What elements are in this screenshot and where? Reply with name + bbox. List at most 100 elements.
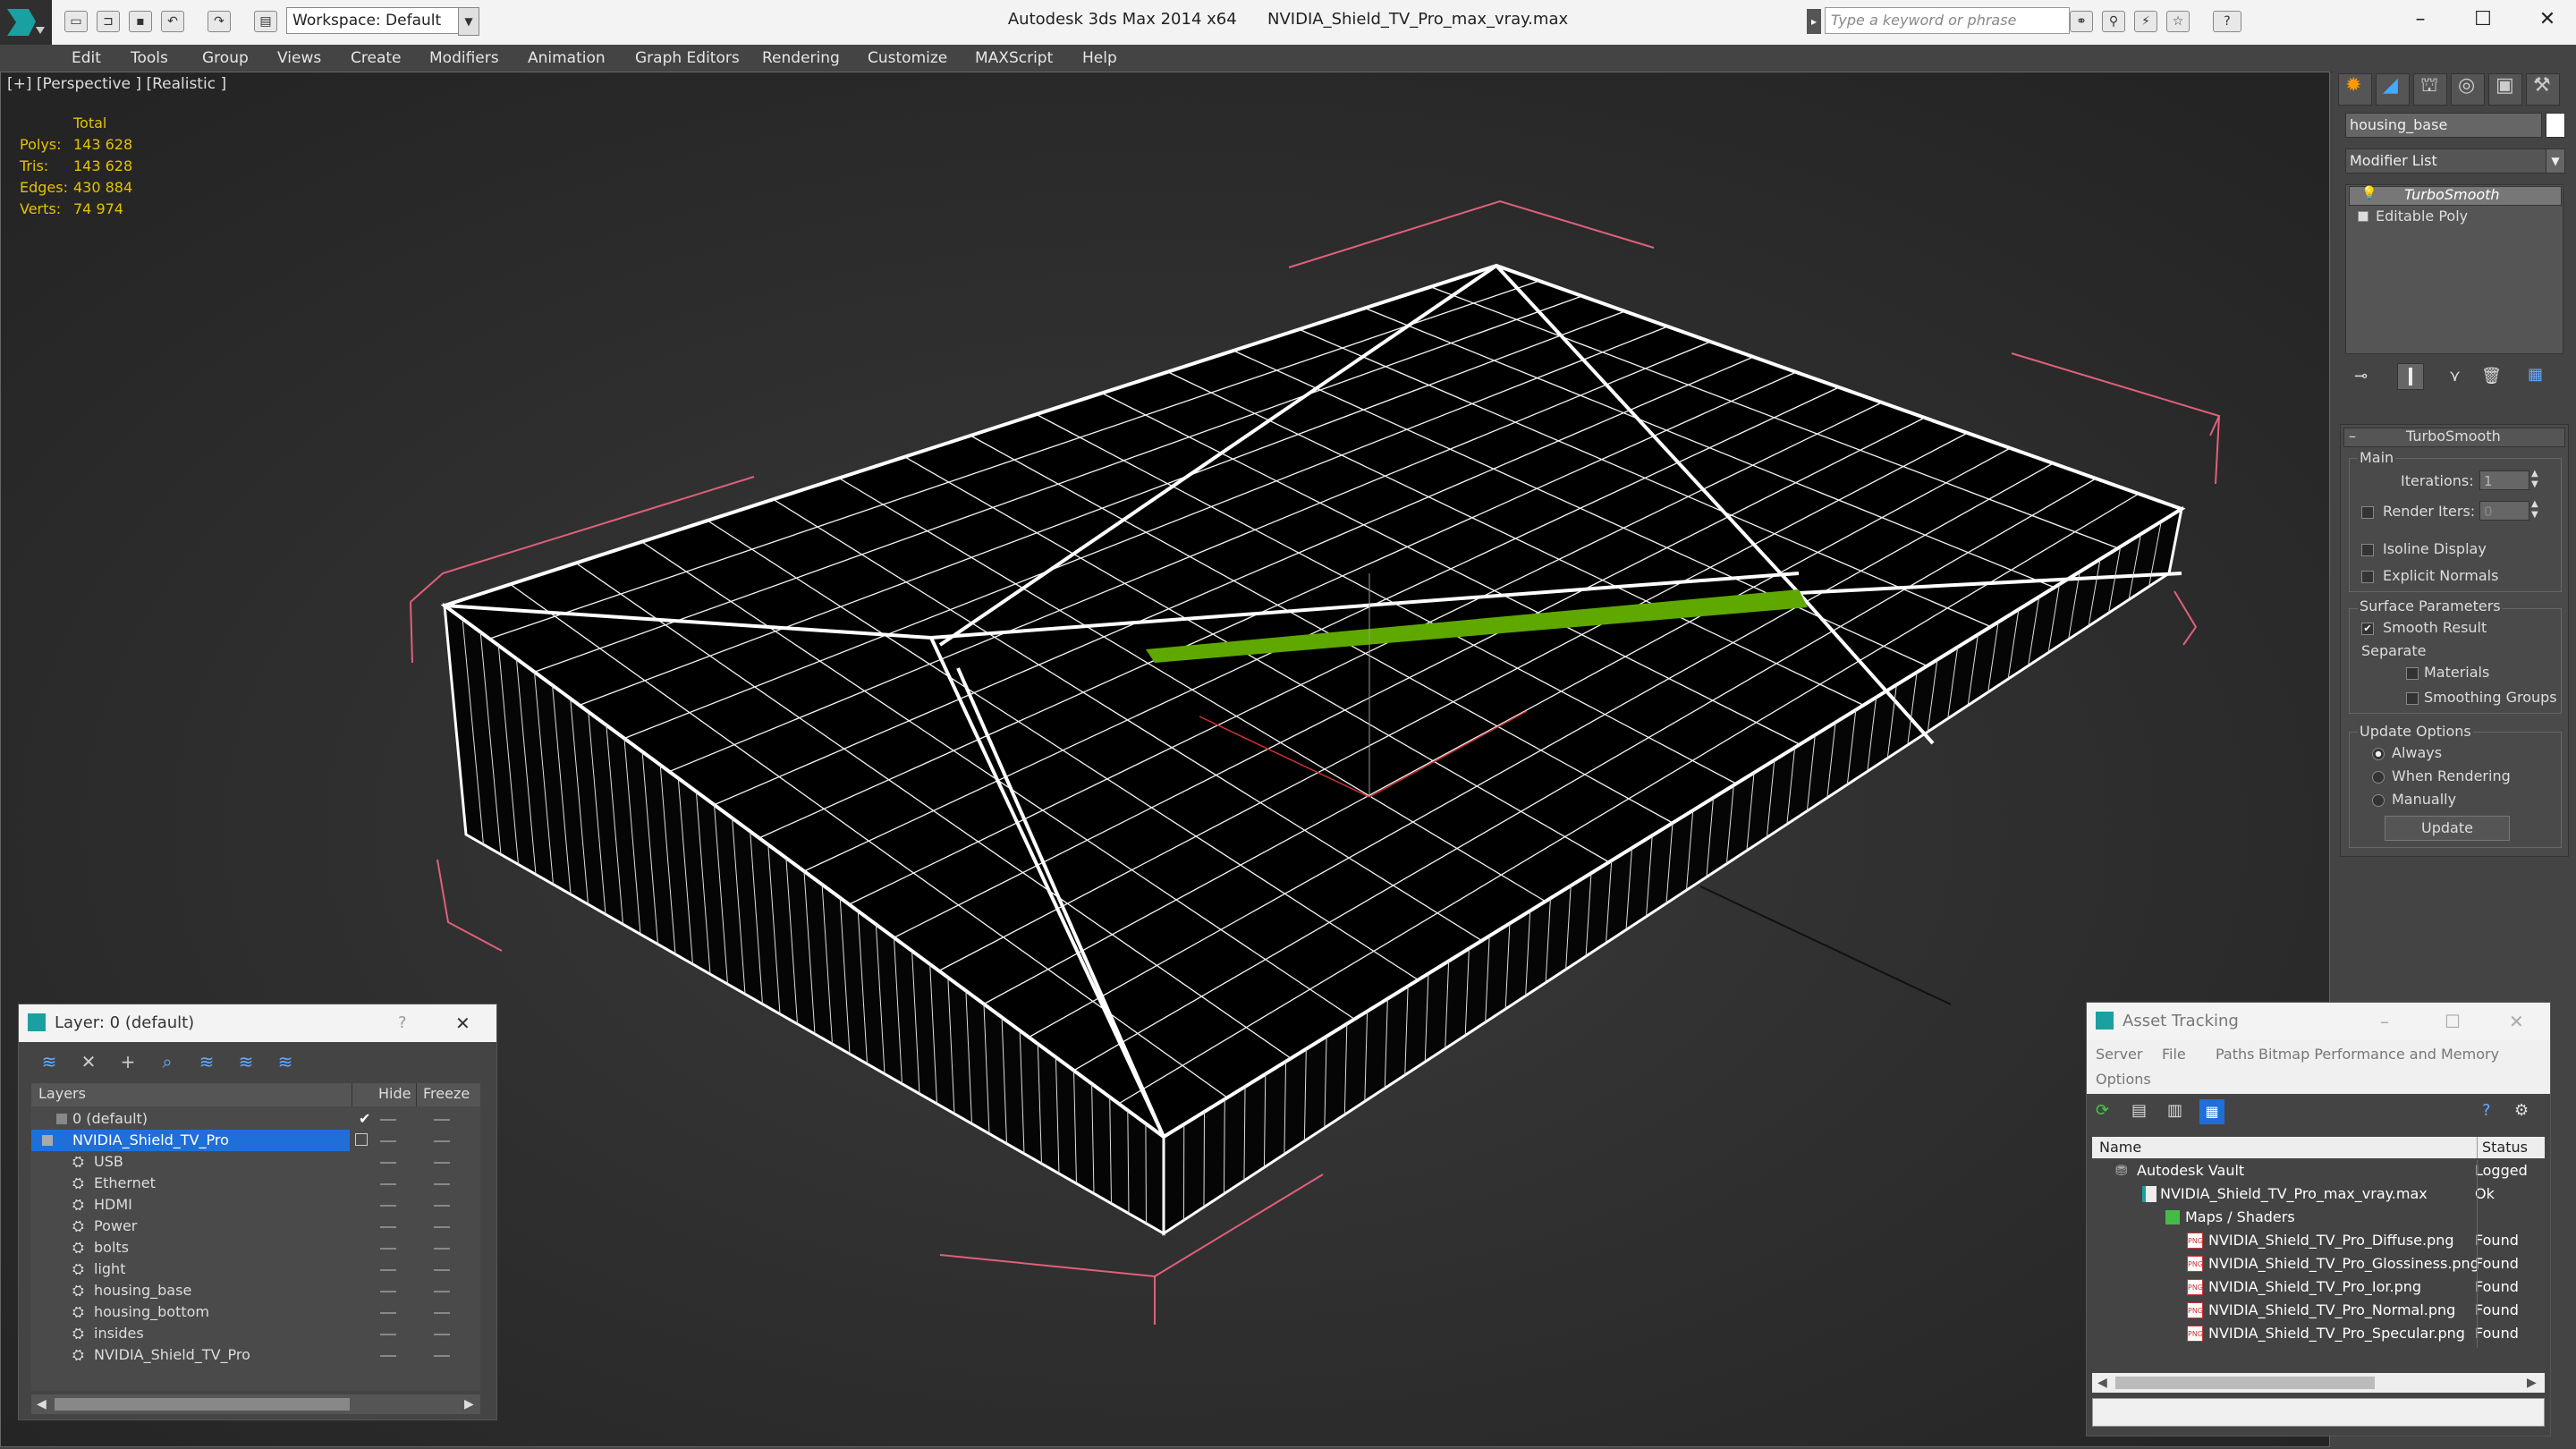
menu-customize[interactable]: Customize: [868, 45, 947, 72]
menu-options[interactable]: Options: [2096, 1071, 2151, 1088]
scroll-left-icon[interactable]: ◀: [2097, 1373, 2107, 1393]
toggle-dash[interactable]: [380, 1269, 396, 1271]
layer-row[interactable]: ⛭ bolts: [31, 1237, 479, 1258]
asset-row-maps[interactable]: Maps / Shaders: [2092, 1207, 2538, 1228]
menu-rendering[interactable]: Rendering: [762, 45, 840, 72]
create-layer-icon[interactable]: ≋: [37, 1049, 62, 1074]
menu-help[interactable]: Help: [1082, 45, 1117, 72]
layer-row[interactable]: ⛭ insides: [31, 1323, 479, 1344]
asset-row-png[interactable]: PNG NVIDIA_Shield_TV_Pro_Ior.png: [2092, 1276, 2538, 1298]
expand-icon[interactable]: [2358, 211, 2368, 222]
menu-maxscript[interactable]: MAXScript: [975, 45, 1053, 72]
toggle-dash[interactable]: [380, 1119, 396, 1121]
asset-horizontal-scrollbar[interactable]: ◀ ▶: [2092, 1373, 2545, 1393]
layer-row[interactable]: ⛭ housing_bottom: [31, 1301, 479, 1323]
list-view-icon[interactable]: ▤: [2131, 1101, 2147, 1120]
modifier-list-dropdown[interactable]: Modifier List: [2345, 148, 2547, 174]
menu-tools[interactable]: Tools: [131, 45, 168, 72]
layer-row-nvidia-shield[interactable]: NVIDIA_Shield_TV_Pro: [31, 1130, 350, 1151]
redo-icon[interactable]: ↷: [208, 11, 231, 32]
toggle-dash[interactable]: [380, 1355, 396, 1357]
settings-icon[interactable]: ⚙: [2514, 1101, 2529, 1120]
layer-row[interactable]: ⛭ NVIDIA_Shield_TV_Pro: [31, 1344, 479, 1366]
asset-row-png[interactable]: PNG NVIDIA_Shield_TV_Pro_Normal.png: [2092, 1300, 2538, 1321]
menu-animation[interactable]: Animation: [528, 45, 606, 72]
undo-icon[interactable]: ↶: [161, 11, 184, 32]
smoothing-groups-checkbox[interactable]: [2406, 692, 2419, 705]
save-icon[interactable]: ▪: [129, 11, 152, 32]
viewport-label[interactable]: [+] [Perspective ] [Realistic ]: [7, 75, 226, 93]
menu-create[interactable]: Create: [351, 45, 402, 72]
binoculars-icon[interactable]: ⚭: [2070, 11, 2093, 32]
col-status[interactable]: Status: [2482, 1139, 2528, 1156]
chevron-down-icon[interactable]: ▼: [458, 7, 479, 36]
render-iters-spinner[interactable]: 0: [2479, 501, 2529, 521]
asset-path-field[interactable]: [2092, 1398, 2545, 1427]
help-icon[interactable]: ?: [398, 1004, 407, 1042]
isoline-display-checkbox[interactable]: [2361, 544, 2374, 556]
lightbulb-icon[interactable]: 💡: [2361, 186, 2377, 200]
close-icon[interactable]: ✕: [2509, 1003, 2524, 1040]
scroll-right-icon[interactable]: ▶: [464, 1394, 474, 1414]
menu-edit[interactable]: Edit: [72, 45, 101, 72]
app-logo-button[interactable]: [0, 0, 52, 45]
minimize-icon[interactable]: –: [2401, 4, 2440, 36]
motion-tab-icon[interactable]: ◎: [2451, 73, 2485, 106]
asset-row-png[interactable]: PNG NVIDIA_Shield_TV_Pro_Glossiness.png: [2092, 1253, 2538, 1275]
layer-row[interactable]: ⛭ housing_base: [31, 1280, 479, 1301]
toggle-dash[interactable]: [434, 1291, 450, 1292]
select-objects-icon[interactable]: ⌕: [155, 1049, 180, 1074]
delete-layer-icon[interactable]: ✕: [76, 1049, 101, 1074]
favorites-star-icon[interactable]: ☆: [2166, 11, 2190, 32]
toggle-dash[interactable]: [380, 1162, 396, 1164]
active-layer-box[interactable]: [355, 1133, 368, 1146]
display-tab-icon[interactable]: ▣: [2488, 73, 2522, 106]
asset-row-max-file[interactable]: NVIDIA_Shield_TV_Pro_max_vray.max: [2092, 1183, 2538, 1205]
when-rendering-radio[interactable]: [2372, 771, 2385, 784]
render-iters-checkbox[interactable]: [2361, 506, 2374, 519]
make-unique-icon[interactable]: ⋎: [2449, 367, 2461, 386]
project-folder-icon[interactable]: ▤: [254, 11, 277, 32]
toggle-dash[interactable]: [434, 1140, 450, 1142]
iterations-spinner[interactable]: 1: [2479, 470, 2529, 490]
menu-modifiers[interactable]: Modifiers: [429, 45, 499, 72]
show-end-result-icon[interactable]: [2397, 363, 2424, 390]
explicit-normals-checkbox[interactable]: [2361, 571, 2374, 583]
menu-bitmap-performance[interactable]: Bitmap Performance and Memory: [2258, 1046, 2499, 1063]
menu-file[interactable]: File: [2162, 1046, 2186, 1063]
toggle-dash[interactable]: [434, 1312, 450, 1314]
hierarchy-tab-icon[interactable]: ⛫: [2413, 73, 2447, 106]
menu-group[interactable]: Group: [202, 45, 249, 72]
col-name[interactable]: Name: [2099, 1139, 2141, 1156]
subscription-icon[interactable]: ⚲: [2102, 11, 2125, 32]
col-layers[interactable]: Layers: [38, 1085, 86, 1102]
scrollbar-thumb[interactable]: [55, 1398, 350, 1411]
toggle-dash[interactable]: [380, 1334, 396, 1335]
toggle-dash[interactable]: [380, 1248, 396, 1250]
toggle-dash[interactable]: [434, 1334, 450, 1335]
toggle-dash[interactable]: [434, 1269, 450, 1271]
smooth-result-checkbox[interactable]: ✔: [2361, 623, 2374, 635]
create-tab-icon[interactable]: ✹: [2338, 73, 2372, 106]
toggle-dash[interactable]: [380, 1205, 396, 1207]
horizontal-scrollbar[interactable]: ◀ ▶: [31, 1394, 480, 1414]
layer-row[interactable]: ⛭ light: [31, 1258, 479, 1280]
toggle-dash[interactable]: [434, 1183, 450, 1185]
toggle-dash[interactable]: [434, 1205, 450, 1207]
toggle-dash[interactable]: [434, 1162, 450, 1164]
toggle-dash[interactable]: [434, 1119, 450, 1121]
search-arrow-icon[interactable]: ▸: [1807, 9, 1821, 34]
asset-row-png[interactable]: PNG NVIDIA_Shield_TV_Pro_Specular.png: [2092, 1323, 2538, 1344]
asset-window-titlebar[interactable]: Asset Tracking – ☐ ✕: [2087, 1003, 2550, 1040]
materials-checkbox[interactable]: [2406, 667, 2419, 680]
layer-row[interactable]: ⛭ HDMI: [31, 1194, 479, 1216]
hide-all-icon[interactable]: ≋: [233, 1049, 258, 1074]
toggle-dash[interactable]: [434, 1355, 450, 1357]
toggle-dash[interactable]: [434, 1226, 450, 1228]
close-icon[interactable]: ✕: [2528, 4, 2567, 36]
layer-row-default[interactable]: 0 (default) ✔: [31, 1108, 479, 1130]
add-to-layer-icon[interactable]: +: [115, 1049, 140, 1074]
scroll-right-icon[interactable]: ▶: [2527, 1373, 2537, 1393]
layer-row[interactable]: ⛭ Power: [31, 1216, 479, 1237]
asset-row-vault[interactable]: ⛃ Autodesk Vault: [2092, 1160, 2538, 1182]
